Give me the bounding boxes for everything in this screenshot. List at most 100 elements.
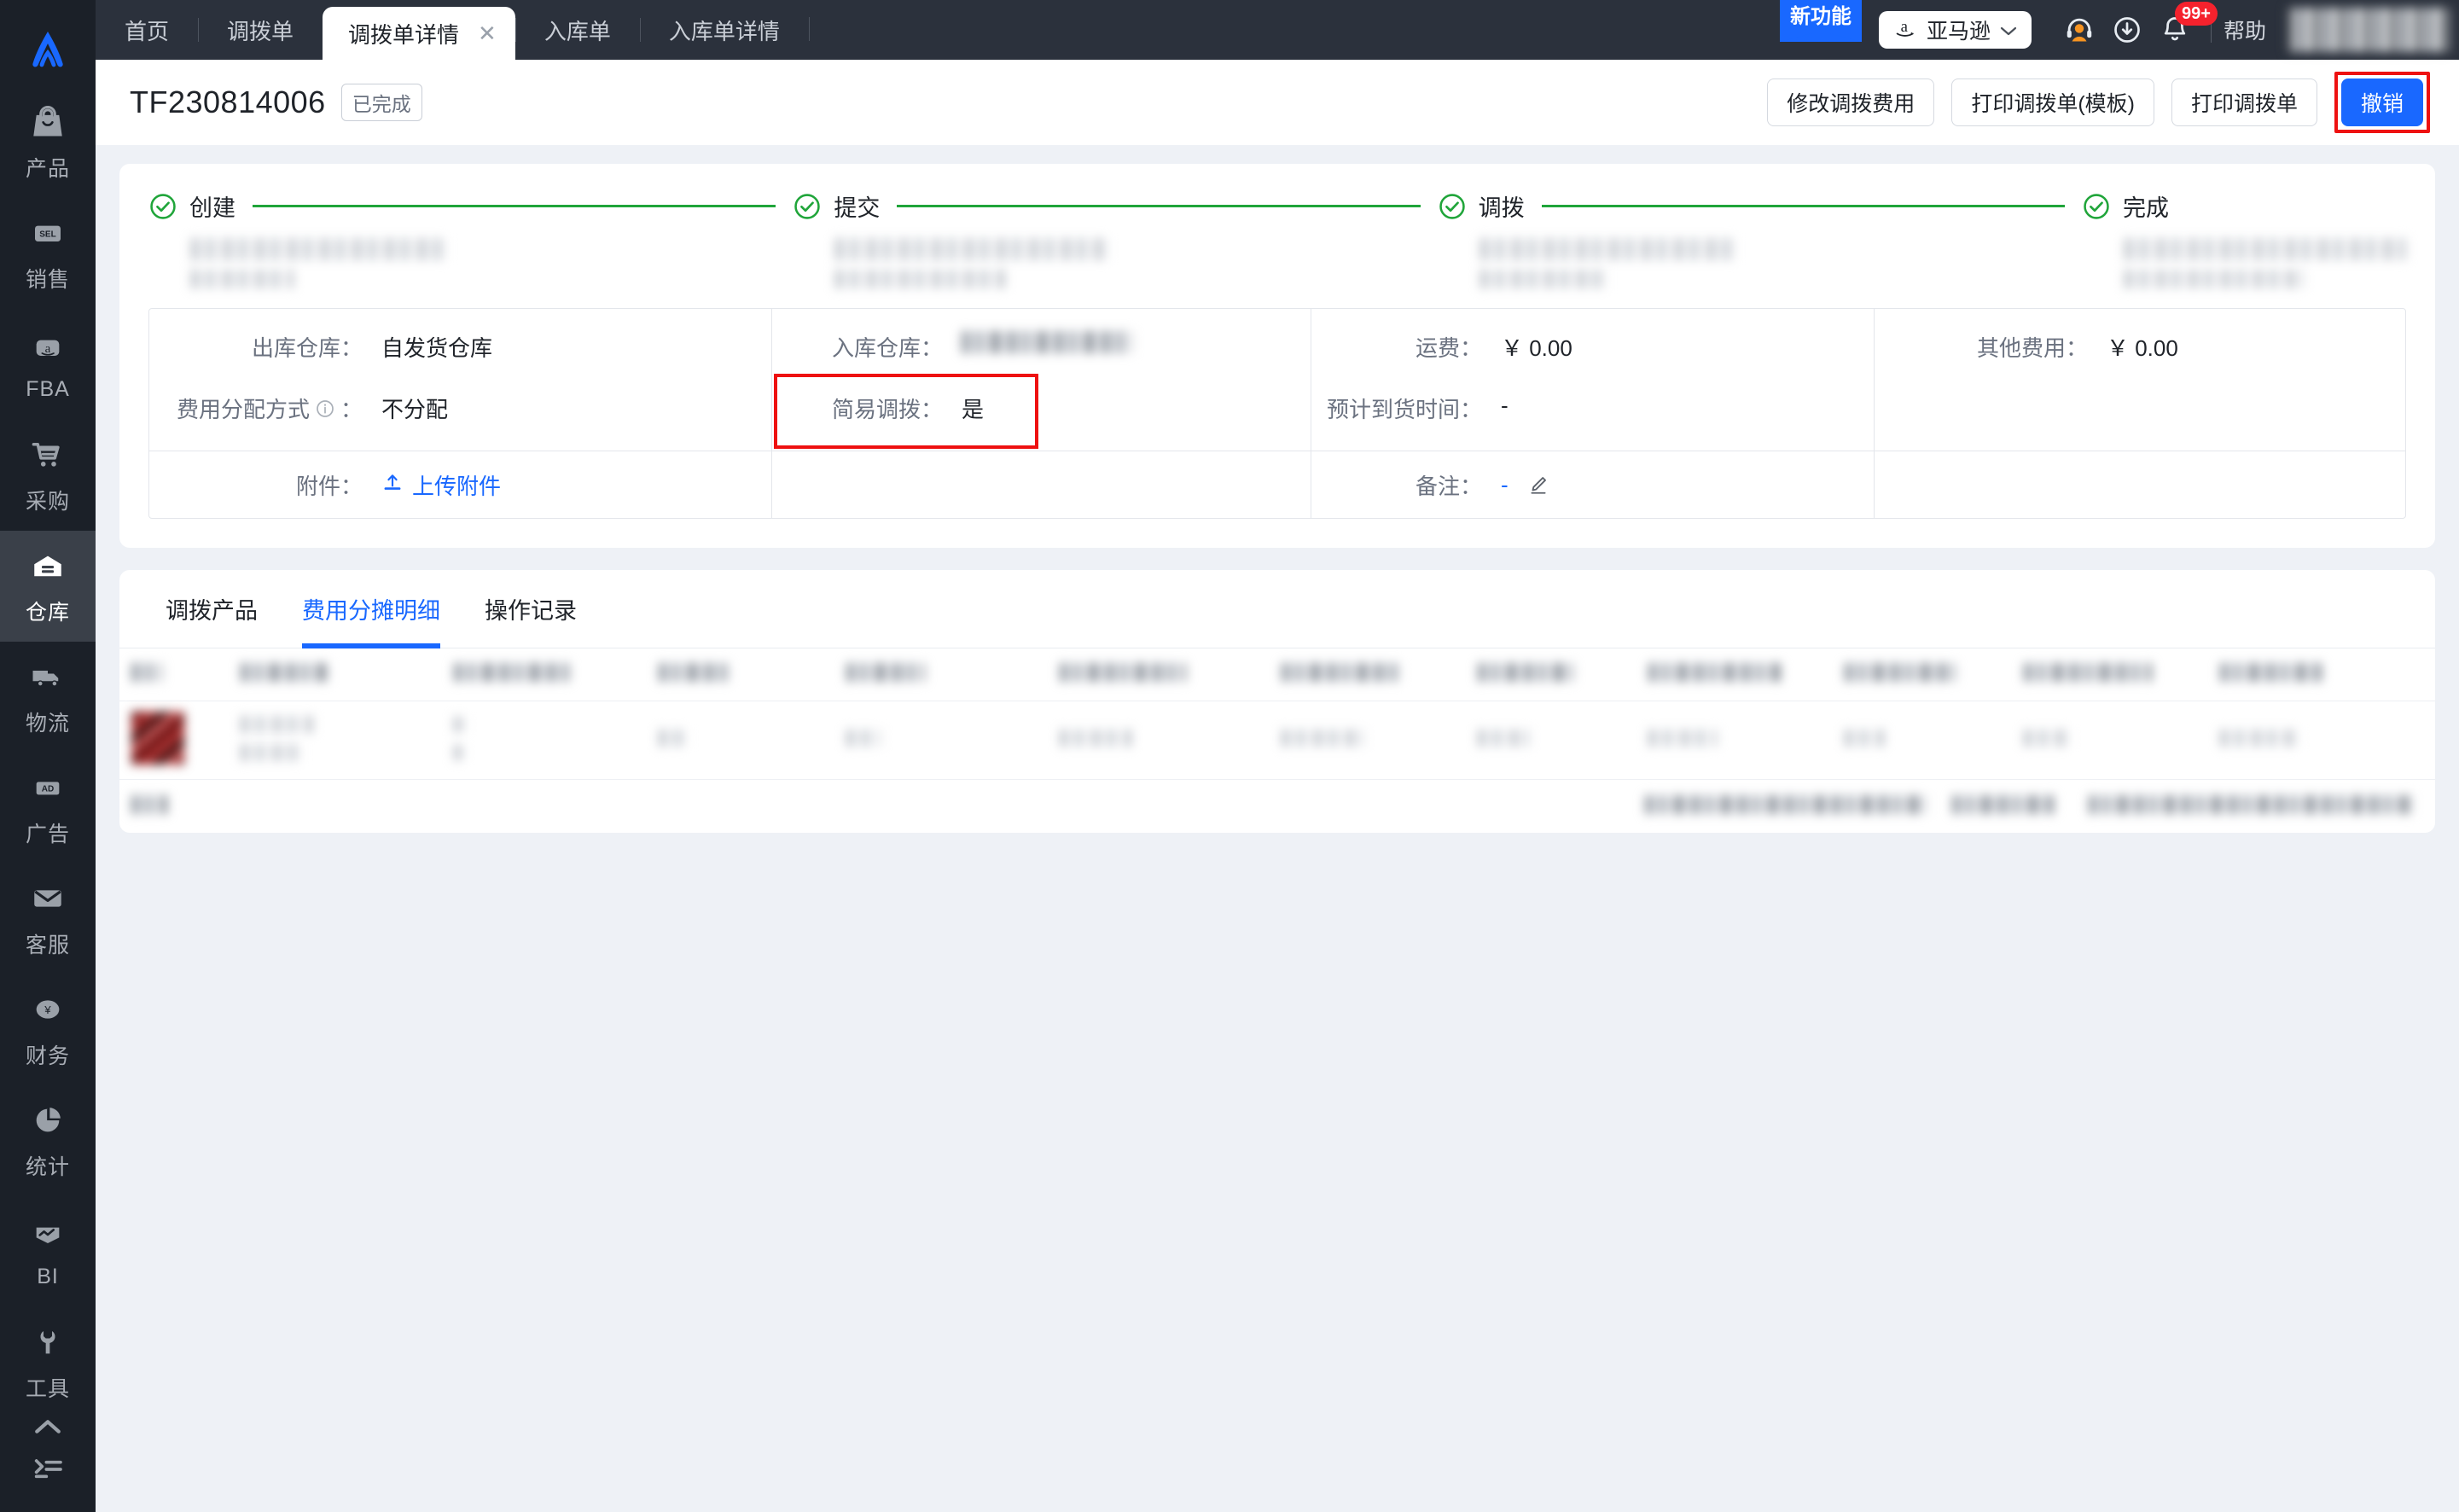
revoke-button[interactable]: 撤销 [2340,79,2423,126]
sidebar-item-warehouse[interactable]: 仓库 [0,531,96,642]
headset-support-icon[interactable] [2055,0,2103,60]
amazon-a-icon: a [1892,15,1918,46]
order-info-grid: 出库仓库： 自发货仓库 费用分配方式 ： 不分配 入库仓库： 简易调拨： 是 运… [148,308,2406,519]
check-circle-icon [2082,192,2111,221]
table-footer-cell [119,794,229,818]
tab-transfer-order-detail[interactable]: 调拨单详情 ✕ [323,7,515,60]
step-connector [897,205,1421,207]
field-value: 不分配 [381,397,449,422]
field-in-warehouse: 入库仓库： [772,328,1311,389]
sidebar-item-label: BI [37,1264,59,1288]
table-cell [1270,730,1466,751]
tab-label: 首页 [125,18,170,44]
sidebar-item-label: 工具 [25,1377,70,1401]
table-cell [1636,730,1833,751]
notification-badge: 99+ [2174,2,2218,26]
list-menu-icon[interactable] [31,1455,65,1488]
table-row[interactable] [119,701,2435,780]
table-header-cell [1270,663,1466,686]
info-col-freight: 运费： ￥ 0.00 预计到货时间： - [1311,309,1875,451]
sidebar-item-sales[interactable]: SEL 销售 [0,198,96,309]
app-root: 产品 SEL 销售 a FBA 采购 仓库 物流 AD 广告 客服 ¥ 财务 统… [0,0,2459,1512]
new-feature-badge[interactable]: 新功能 [1779,0,1862,42]
print-transfer-button[interactable]: 打印调拨单 [2171,79,2317,126]
field-label: 出库仓库： [251,335,363,361]
table-header-cell [834,663,1048,686]
sidebar-item-service[interactable]: 客服 [0,864,96,974]
upload-attachment-label: 上传附件 [412,473,502,499]
order-summary-card: 创建 提交 调拨 完成 出库仓库： 自发货仓库 费用分配方式 ： 不分配 入库仓… [119,164,2435,548]
field-fee-allocation: 费用分配方式 ： 不分配 [149,389,771,451]
field-label: 备注： [1415,473,1482,499]
tab-transfer-orders[interactable]: 调拨单 [198,0,323,60]
sidebar-item-purchase[interactable]: 采购 [0,420,96,531]
step-label: 创建 [189,195,235,221]
field-value: 自发货仓库 [381,335,493,361]
svg-text:¥: ¥ [44,1003,51,1016]
svg-text:a: a [45,341,51,355]
page-title: TF230814006 [130,84,326,119]
sidebar-footer [31,1418,65,1512]
sidebar-item-label: 广告 [25,823,70,846]
tab-operation-log[interactable]: 操作记录 [462,570,599,648]
tab-fee-allocation-detail[interactable]: 费用分摊明细 [280,570,462,648]
step-connector [253,205,776,207]
field-freight: 运费： ￥ 0.00 [1311,328,1874,389]
truck-icon [30,657,66,696]
table-cell [647,730,834,751]
sidebar-item-ads[interactable]: AD 广告 [0,753,96,864]
field-simple-transfer: 简易调拨： 是 [772,389,1311,451]
field-label: 入库仓库： [831,335,943,361]
info-circle-icon[interactable] [315,398,335,419]
tab-inbound-order-detail[interactable]: 入库单详情 [639,0,809,60]
field-label: 运费： [1415,335,1482,361]
info-col-attachment: 附件： 上传附件 [149,451,772,518]
table-footer-cell [1633,794,1940,818]
pencil-edit-icon[interactable] [1527,474,1549,496]
field-remark: 备注： - [1311,451,1874,518]
tab-label: 操作记录 [485,598,577,624]
tab-label: 调拨单 [227,18,294,44]
user-account-redacted[interactable] [2287,8,2449,52]
platform-selector[interactable]: a 亚马逊 [1878,11,2032,49]
sidebar-item-product[interactable]: 产品 [0,87,96,198]
sidebar-item-finance[interactable]: ¥ 财务 [0,974,96,1085]
sidebar-item-fba[interactable]: a FBA [0,309,96,420]
check-circle-icon [148,192,177,221]
table-cell [2208,730,2435,751]
sidebar-item-label: 采购 [25,490,70,514]
sidebar-item-tools[interactable]: 工具 [0,1307,96,1418]
platform-label: 亚马逊 [1926,20,1991,44]
edit-transfer-fee-button[interactable]: 修改调拨费用 [1767,79,1935,126]
table-cell-thumbnail [119,712,229,769]
table-cell [1048,730,1270,751]
sidebar-item-statistics[interactable]: 统计 [0,1085,96,1196]
yen-coin-icon: ¥ [31,990,65,1029]
info-row-bottom: 附件： 上传附件 备注： - [149,451,2405,518]
tab-label: 调拨产品 [166,598,258,624]
step-meta-redacted [835,238,1437,293]
table-footer-cell [1940,794,2077,818]
step-meta-redacted [191,238,793,293]
svg-text:AD: AD [42,785,54,794]
tab-inbound-orders[interactable]: 入库单 [514,0,640,60]
info-col-empty-2 [1875,451,2405,518]
tab-transfer-products[interactable]: 调拨产品 [143,570,280,648]
table-cell [1466,730,1636,751]
download-icon[interactable] [2103,0,2151,60]
upload-attachment-link[interactable]: 上传附件 [381,469,501,501]
table-cell [442,716,647,765]
field-other-fee: 其他费用： ￥ 0.00 [1875,328,2405,389]
sidebar-item-bi[interactable]: BI [0,1196,96,1307]
tab-home[interactable]: 首页 [96,0,198,60]
print-transfer-template-button[interactable]: 打印调拨单(模板) [1951,79,2154,126]
page-actions: 修改调拨费用 打印调拨单(模板) 打印调拨单 撤销 [1767,72,2430,133]
field-value: - [1501,393,1509,418]
help-link[interactable]: 帮助 [2224,15,2266,45]
sidebar-item-logistics[interactable]: 物流 [0,642,96,753]
chevron-up-icon[interactable] [33,1418,62,1439]
bell-notification-icon[interactable]: 99+ [2151,0,2218,60]
lingxing-logo[interactable] [0,12,96,87]
close-icon[interactable]: ✕ [478,20,497,47]
cart-icon [30,435,66,474]
